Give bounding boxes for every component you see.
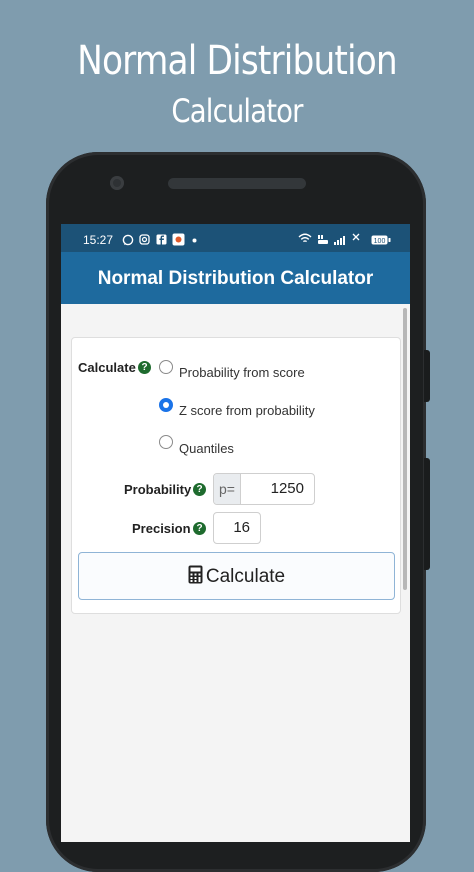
radio-probability-from-score[interactable] [159, 360, 173, 374]
whatsapp-icon [122, 234, 134, 246]
facebook-icon [156, 234, 167, 245]
power-button [424, 458, 430, 570]
precision-input[interactable]: 16 [214, 513, 250, 543]
scrollbar[interactable] [403, 308, 407, 590]
volume-button [424, 350, 430, 402]
status-time: 15:27 [83, 233, 114, 247]
battery-icon: 100 [371, 235, 391, 245]
promo-title: Normal Distribution [77, 38, 398, 84]
app-notification-icon [172, 233, 185, 246]
dot-icon [192, 238, 197, 243]
calculate-help-icon[interactable]: ? [138, 361, 151, 374]
calculate-label: Calculate [78, 360, 136, 375]
option-label-quantiles[interactable]: Quantiles [179, 441, 234, 456]
probability-input[interactable]: 1250 [244, 474, 304, 504]
precision-help-icon[interactable]: ? [193, 522, 206, 535]
calculate-button-label: Calculate [205, 566, 286, 587]
precision-input-group[interactable]: 16 [213, 512, 261, 544]
earpiece-speaker [168, 178, 306, 189]
probability-label: Probability [124, 482, 192, 497]
status-bar: 15:27 100 [61, 224, 410, 252]
volte-icon [318, 235, 328, 244]
option-label-probability-from-score[interactable]: Probability from score [179, 365, 305, 380]
radio-z-score-from-probability[interactable] [159, 398, 173, 412]
instagram-icon [139, 234, 150, 245]
precision-label: Precision [132, 521, 191, 536]
battery-level: 100 [374, 238, 386, 245]
radio-quantiles[interactable] [159, 435, 173, 449]
app-bar: Normal Distribution Calculator [61, 252, 410, 304]
app-title: Normal Distribution Calculator [97, 268, 374, 289]
probability-prefix: p= [214, 474, 241, 504]
calculate-button[interactable]: Calculate [78, 552, 395, 600]
calculator-form: Calculate ? Probability from score Z sco… [71, 337, 401, 614]
app-screen: 15:27 100 Normal Distribution Calculator… [61, 224, 410, 842]
calculate-button-content: Calculate [79, 565, 394, 588]
promo-subtitle: Calculator [171, 92, 303, 130]
signal-icon [334, 236, 345, 245]
probability-input-group[interactable]: p= 1250 [213, 473, 315, 505]
no-signal-icon [352, 233, 360, 241]
wifi-icon [298, 233, 312, 243]
front-camera [110, 176, 124, 190]
calculator-icon [188, 565, 203, 584]
probability-help-icon[interactable]: ? [193, 483, 206, 496]
option-label-z-score-from-probability[interactable]: Z score from probability [179, 403, 315, 418]
